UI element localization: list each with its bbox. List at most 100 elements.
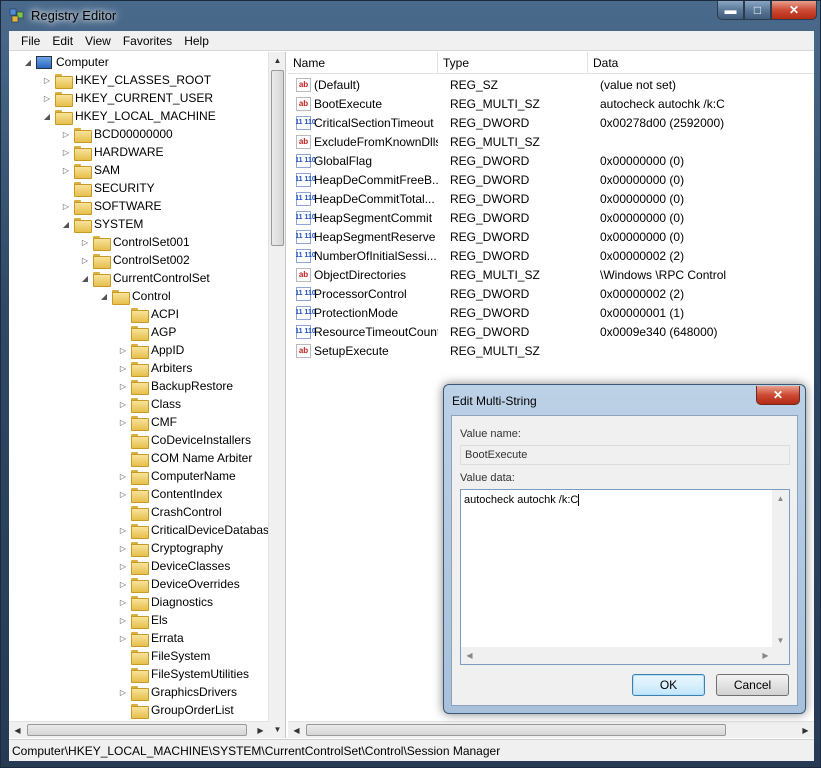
tree-node[interactable]: ▷ CMF (118, 413, 177, 431)
dialog-close-button[interactable]: ✕ (756, 386, 800, 405)
tree-node[interactable]: ▷ Cryptography (118, 539, 223, 557)
tree-node[interactable]: ▷ Diagnostics (118, 593, 213, 611)
expand-arrow-icon[interactable]: ▷ (61, 125, 71, 143)
list-row[interactable]: 011 110CriticalSectionTimeout REG_DWORD 0x… (288, 113, 814, 132)
scroll-left-arrow-icon[interactable]: ◀ (461, 647, 478, 664)
menu-help[interactable]: Help (178, 34, 215, 48)
scroll-up-arrow-icon[interactable]: ▲ (772, 490, 789, 506)
expand-arrow-icon[interactable]: ▷ (118, 521, 128, 539)
expand-arrow-icon[interactable]: ▷ (118, 539, 128, 557)
expand-arrow-icon[interactable]: ▷ (118, 377, 128, 395)
tree-node[interactable]: ▷ ComputerName (118, 467, 236, 485)
expand-arrow-icon[interactable]: ▷ (118, 467, 128, 485)
column-header-data[interactable]: Data (588, 52, 814, 74)
tree-node[interactable]: ▷ Class (118, 395, 181, 413)
list-row[interactable]: ab (Default) REG_SZ (value not set) (288, 75, 814, 94)
tree-node[interactable]: ▷ ContentIndex (118, 485, 222, 503)
tree-node[interactable]: ▷ AppID (118, 341, 184, 359)
collapse-arrow-icon[interactable]: ◢ (80, 269, 90, 287)
expand-arrow-icon[interactable]: ▷ (61, 143, 71, 161)
collapse-arrow-icon[interactable]: ◢ (99, 287, 109, 305)
tree-node[interactable]: ACPI (118, 305, 179, 323)
tree-node[interactable]: CrashControl (118, 503, 222, 521)
registry-tree[interactable]: ◢ Computer ▷ HKEY_CLASSES_ROOT ▷ HKEY_CURRENT… (9, 52, 286, 738)
tree-node[interactable]: ▷ ControlSet001 (80, 233, 190, 251)
ok-button[interactable]: OK (632, 674, 705, 696)
tree-node[interactable]: GroupOrderList (118, 701, 234, 719)
value-data-textarea[interactable]: autocheck autochk /k:C ▲ ▼ ◀ ▶ (460, 489, 790, 665)
expand-arrow-icon[interactable]: ▷ (80, 233, 90, 251)
menu-view[interactable]: View (79, 34, 117, 48)
tree-node[interactable]: ◢ HKEY_LOCAL_MACHINE (42, 107, 216, 125)
expand-arrow-icon[interactable]: ▷ (80, 251, 90, 269)
tree-node[interactable]: ▷ DeviceOverrides (118, 575, 240, 593)
list-row[interactable]: 011 110HeapSegmentReserve REG_DWORD 0x0000… (288, 227, 814, 246)
tree-node[interactable]: AGP (118, 323, 176, 341)
tree-node[interactable]: ▷ Errata (118, 629, 184, 647)
list-row[interactable]: 011 110HeapDeCommitFreeB... REG_DWORD 0x00… (288, 170, 814, 189)
collapse-arrow-icon[interactable]: ◢ (61, 215, 71, 233)
tree-hscroll-thumb[interactable] (27, 724, 247, 736)
list-horizontal-scrollbar[interactable]: ◀ ▶ (288, 721, 814, 738)
list-row[interactable]: 011 110GlobalFlag REG_DWORD 0x00000000 (0) (288, 151, 814, 170)
expand-arrow-icon[interactable]: ▷ (118, 395, 128, 413)
list-hscroll-thumb[interactable] (306, 724, 726, 736)
collapse-arrow-icon[interactable]: ◢ (42, 107, 52, 125)
expand-arrow-icon[interactable]: ▷ (118, 359, 128, 377)
list-row[interactable]: 011 110ProtectionMode REG_DWORD 0x00000001… (288, 303, 814, 322)
tree-node[interactable]: ▷ BackupRestore (118, 377, 233, 395)
column-header-type[interactable]: Type (438, 52, 588, 74)
scroll-right-arrow-icon[interactable]: ▶ (252, 722, 269, 738)
scroll-right-arrow-icon[interactable]: ▶ (797, 722, 814, 738)
expand-arrow-icon[interactable]: ▷ (118, 575, 128, 593)
expand-arrow-icon[interactable]: ▷ (118, 683, 128, 701)
list-row[interactable]: 011 110NumberOfInitialSessi... REG_DWORD 0… (288, 246, 814, 265)
expand-arrow-icon[interactable]: ▷ (61, 197, 71, 215)
tree-node[interactable]: ◢ SYSTEM (61, 215, 143, 233)
tree-node[interactable]: ▷ BCD00000000 (61, 125, 173, 143)
list-row[interactable]: 011 110HeapSegmentCommit REG_DWORD 0x00000… (288, 208, 814, 227)
tree-node[interactable]: ▷ Els (118, 611, 168, 629)
tree-node[interactable]: CoDeviceInstallers (118, 431, 251, 449)
tree-node[interactable]: ▷ ControlSet002 (80, 251, 190, 269)
list-row[interactable]: ab ExcludeFromKnownDlls REG_MULTI_SZ (288, 132, 814, 151)
menu-file[interactable]: File (15, 34, 46, 48)
tree-node[interactable]: ▷ SAM (61, 161, 120, 179)
tree-scroll-thumb[interactable] (271, 70, 284, 246)
scroll-left-arrow-icon[interactable]: ◀ (9, 722, 26, 738)
tree-node[interactable]: ▷ HARDWARE (61, 143, 164, 161)
list-row[interactable]: ab ObjectDirectories REG_MULTI_SZ \Windows … (288, 265, 814, 284)
expand-arrow-icon[interactable]: ▷ (118, 611, 128, 629)
expand-arrow-icon[interactable]: ▷ (42, 71, 52, 89)
tree-node[interactable]: ◢ CurrentControlSet (80, 269, 210, 287)
list-row[interactable]: ab BootExecute REG_MULTI_SZ autocheck autoc… (288, 94, 814, 113)
scroll-left-arrow-icon[interactable]: ◀ (288, 722, 305, 738)
expand-arrow-icon[interactable]: ▷ (118, 413, 128, 431)
tree-node[interactable]: ▷ GraphicsDrivers (118, 683, 237, 701)
column-header-name[interactable]: Name (288, 52, 438, 74)
tree-node[interactable]: ▷ SOFTWARE (61, 197, 162, 215)
list-row[interactable]: 011 110ProcessorControl REG_DWORD 0x000000… (288, 284, 814, 303)
textarea-vertical-scrollbar[interactable]: ▲ ▼ (772, 490, 789, 648)
expand-arrow-icon[interactable]: ▷ (118, 593, 128, 611)
tree-node[interactable]: COM Name Arbiter (118, 449, 252, 467)
tree-node[interactable]: FileSystemUtilities (118, 665, 249, 683)
list-row[interactable]: 011 110ResourceTimeoutCount REG_DWORD 0x00… (288, 322, 814, 341)
minimize-button[interactable]: ▬ (717, 1, 744, 20)
tree-horizontal-scrollbar[interactable]: ◀ ▶ (9, 721, 269, 738)
expand-arrow-icon[interactable]: ▷ (118, 485, 128, 503)
tree-vertical-scrollbar[interactable]: ▲ ▼ (268, 52, 285, 738)
close-button[interactable]: ✕ (771, 1, 817, 20)
collapse-arrow-icon[interactable]: ◢ (23, 53, 33, 71)
scroll-down-arrow-icon[interactable]: ▼ (269, 721, 285, 738)
tree-node[interactable]: ◢ Control (99, 287, 171, 305)
tree-node[interactable]: ▷ HKEY_CLASSES_ROOT (42, 71, 211, 89)
tree-node[interactable]: ▷ DeviceClasses (118, 557, 230, 575)
list-row[interactable]: ab SetupExecute REG_MULTI_SZ (288, 341, 814, 360)
scroll-up-arrow-icon[interactable]: ▲ (269, 52, 285, 69)
menu-edit[interactable]: Edit (46, 34, 79, 48)
expand-arrow-icon[interactable]: ▷ (118, 629, 128, 647)
expand-arrow-icon[interactable]: ▷ (118, 557, 128, 575)
expand-arrow-icon[interactable]: ▷ (118, 341, 128, 359)
scroll-down-arrow-icon[interactable]: ▼ (772, 632, 789, 648)
